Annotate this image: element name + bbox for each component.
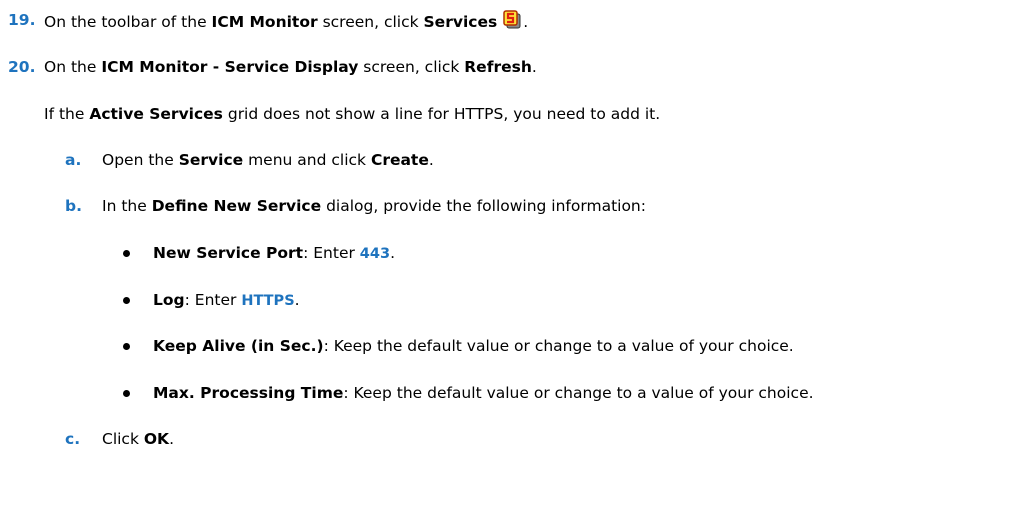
bullet-log: Log: Enter HTTPS. bbox=[153, 289, 300, 312]
substep-b-part-1: In the bbox=[102, 197, 152, 215]
bullet-end: . bbox=[294, 291, 300, 309]
substep-letter-a: a. bbox=[65, 151, 82, 169]
bullet-label: Max. Processing Time bbox=[153, 384, 344, 402]
refresh-ref: Refresh bbox=[464, 58, 532, 76]
icm-monitor-ref: ICM Monitor bbox=[211, 13, 318, 31]
bullet-label: Log bbox=[153, 291, 185, 309]
note-part-3: grid does not show a line for HTTPS, you… bbox=[222, 105, 661, 123]
define-new-service-ref: Define New Service bbox=[151, 197, 322, 215]
create-ref: Create bbox=[370, 151, 429, 169]
step-19-part-5: . bbox=[523, 13, 529, 31]
bullet-dot bbox=[123, 343, 130, 350]
bullet-keep-alive: Keep Alive (in Sec.): Keep the default v… bbox=[153, 335, 794, 357]
step-20-part-1: On the bbox=[44, 58, 102, 76]
bullet-max-processing-time: Max. Processing Time: Keep the default v… bbox=[153, 382, 814, 404]
substep-c-text: Click OK. bbox=[102, 428, 174, 450]
bullet-dot bbox=[123, 390, 130, 397]
service-menu-ref: Service bbox=[178, 151, 244, 169]
substep-c-part-3: . bbox=[169, 430, 174, 448]
bullet-dot bbox=[123, 250, 130, 257]
active-services-note: If the Active Services grid does not sho… bbox=[44, 103, 660, 125]
substep-letter-c: c. bbox=[65, 430, 81, 448]
bullet-label: Keep Alive (in Sec.) bbox=[153, 337, 324, 355]
substep-b-part-3: dialog, provide the following informatio… bbox=[321, 197, 646, 215]
bullet-end: . bbox=[390, 244, 396, 262]
bullet-new-service-port: New Service Port: Enter 443. bbox=[153, 242, 395, 265]
step-number-20: 20. bbox=[8, 58, 36, 76]
step-19-part-3: screen, click bbox=[317, 13, 424, 31]
substep-c-part-1: Click bbox=[102, 430, 144, 448]
substep-letter-b: b. bbox=[65, 197, 82, 215]
substep-a-text: Open the Service menu and click Create. bbox=[102, 149, 434, 171]
substep-a-part-1: Open the bbox=[102, 151, 179, 169]
bullet-text: : Enter bbox=[303, 244, 360, 262]
substep-a-part-5: . bbox=[428, 151, 434, 169]
note-part-1: If the bbox=[44, 105, 90, 123]
bullet-label: New Service Port bbox=[153, 244, 304, 262]
services-ref: Services bbox=[423, 13, 498, 31]
step-20-text: On the ICM Monitor - Service Display scr… bbox=[44, 56, 537, 78]
bullet-text: : Keep the default value or change to a … bbox=[323, 337, 794, 355]
bullet-text: : Keep the default value or change to a … bbox=[343, 384, 814, 402]
step-19-text: On the toolbar of the ICM Monitor screen… bbox=[44, 9, 528, 33]
service-display-ref: ICM Monitor - Service Display bbox=[101, 58, 359, 76]
bullet-dot bbox=[123, 297, 130, 304]
port-value: 443 bbox=[359, 246, 391, 262]
log-value: HTTPS bbox=[241, 293, 295, 309]
step-19-part-1: On the toolbar of the bbox=[44, 13, 212, 31]
active-services-ref: Active Services bbox=[89, 105, 223, 123]
substep-a-part-3: menu and click bbox=[243, 151, 371, 169]
ok-ref: OK bbox=[143, 430, 170, 448]
step-20-part-3: screen, click bbox=[358, 58, 465, 76]
step-20-part-5: . bbox=[531, 58, 537, 76]
bullet-text: : Enter bbox=[184, 291, 242, 309]
services-toolbar-icon bbox=[501, 9, 523, 31]
step-number-19: 19. bbox=[8, 11, 36, 29]
substep-b-text: In the Define New Service dialog, provid… bbox=[102, 195, 646, 217]
